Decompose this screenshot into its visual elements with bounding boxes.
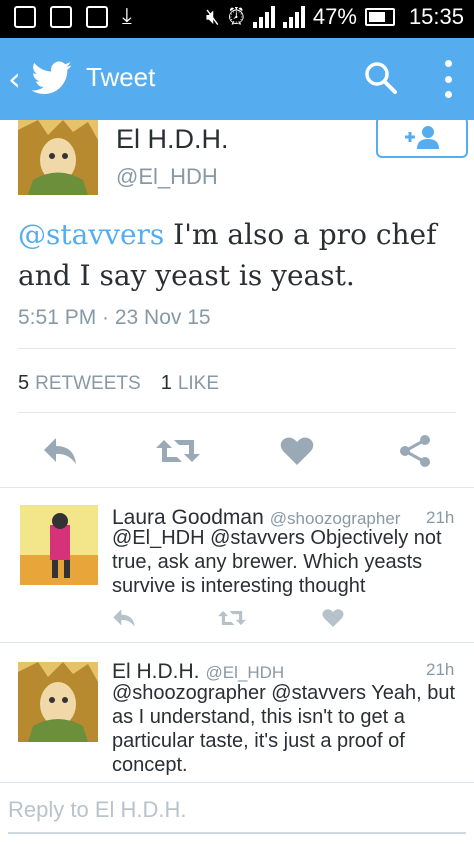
retweets-count: 5 [18,372,30,394]
reply-author-name: El H.D.H. [112,660,200,683]
status-bar: ⤓ 🔇︎ ⏰︎ 47% 15:35 [0,0,474,38]
likes-count: 1 [160,372,172,394]
signal-icon [252,6,275,28]
mute-icon: 🔇︎ [205,4,220,29]
bbm-notification-icon [50,6,72,28]
back-chevron-icon[interactable]: ‹ [8,60,21,98]
like-heart-icon[interactable] [280,436,314,466]
tweet-mention[interactable]: @stavvers [18,218,164,251]
download-notification-icon: ⤓ [122,4,132,29]
likes-stat[interactable]: 1 LIKE [161,372,219,395]
reply-input-underline [8,832,466,834]
twitter-bird-icon[interactable] [32,61,72,95]
author-handle[interactable]: @El_HDH [116,164,218,190]
author-avatar[interactable] [18,120,98,195]
page-title: Tweet [86,62,156,92]
share-icon[interactable] [398,434,432,468]
image-notification-icon [86,6,108,28]
reply-composer[interactable]: Reply to El H.D.H. [0,782,474,844]
reply-input[interactable]: Reply to El H.D.H. [8,797,187,823]
reply-text: @El_HDH @stavvers Objectively not true, … [112,527,442,597]
retweet-icon[interactable] [156,436,200,466]
signal-2-icon [282,6,305,28]
follow-button[interactable] [376,116,468,158]
likes-label: LIKE [177,373,220,394]
author-name[interactable]: El H.D.H. [116,124,229,155]
divider [18,348,456,349]
battery-percent: 47% [312,4,357,29]
overflow-menu-icon[interactable] [444,60,452,98]
reply-text: @shoozographer @stavvers Yeah, but as I … [112,682,456,776]
add-user-icon [405,126,439,149]
reply-author-handle: @El_HDH [205,663,285,682]
tweet-stats: 5 RETWEETS 1 LIKE [18,372,219,395]
reply-icon[interactable] [42,436,78,466]
reply-avatar[interactable] [20,505,98,585]
divider [18,412,456,413]
divider [0,642,474,643]
reply-avatar[interactable] [18,662,98,742]
retweet-icon[interactable] [218,608,246,628]
add-notification-icon [14,6,36,28]
reply-time: 21h [426,660,455,679]
tweet-text: @stavvers I'm also a pro chef and I say … [18,214,458,296]
clock: 15:35 [408,4,464,29]
battery-icon [364,8,395,26]
alarm-icon: ⏰︎ [227,4,245,29]
reply-time: 21h [426,508,455,527]
app-bar: ‹ Tweet [0,38,474,120]
retweets-label: RETWEETS [35,373,141,394]
retweets-stat[interactable]: 5 RETWEETS [18,372,141,395]
like-heart-icon[interactable] [322,608,344,628]
notification-icons: ⤓ [14,6,132,28]
divider [0,487,474,488]
reply-icon[interactable] [112,608,136,628]
tweet-timestamp: 5:51 PM · 23 Nov 15 [18,306,211,329]
search-icon[interactable] [364,61,398,95]
